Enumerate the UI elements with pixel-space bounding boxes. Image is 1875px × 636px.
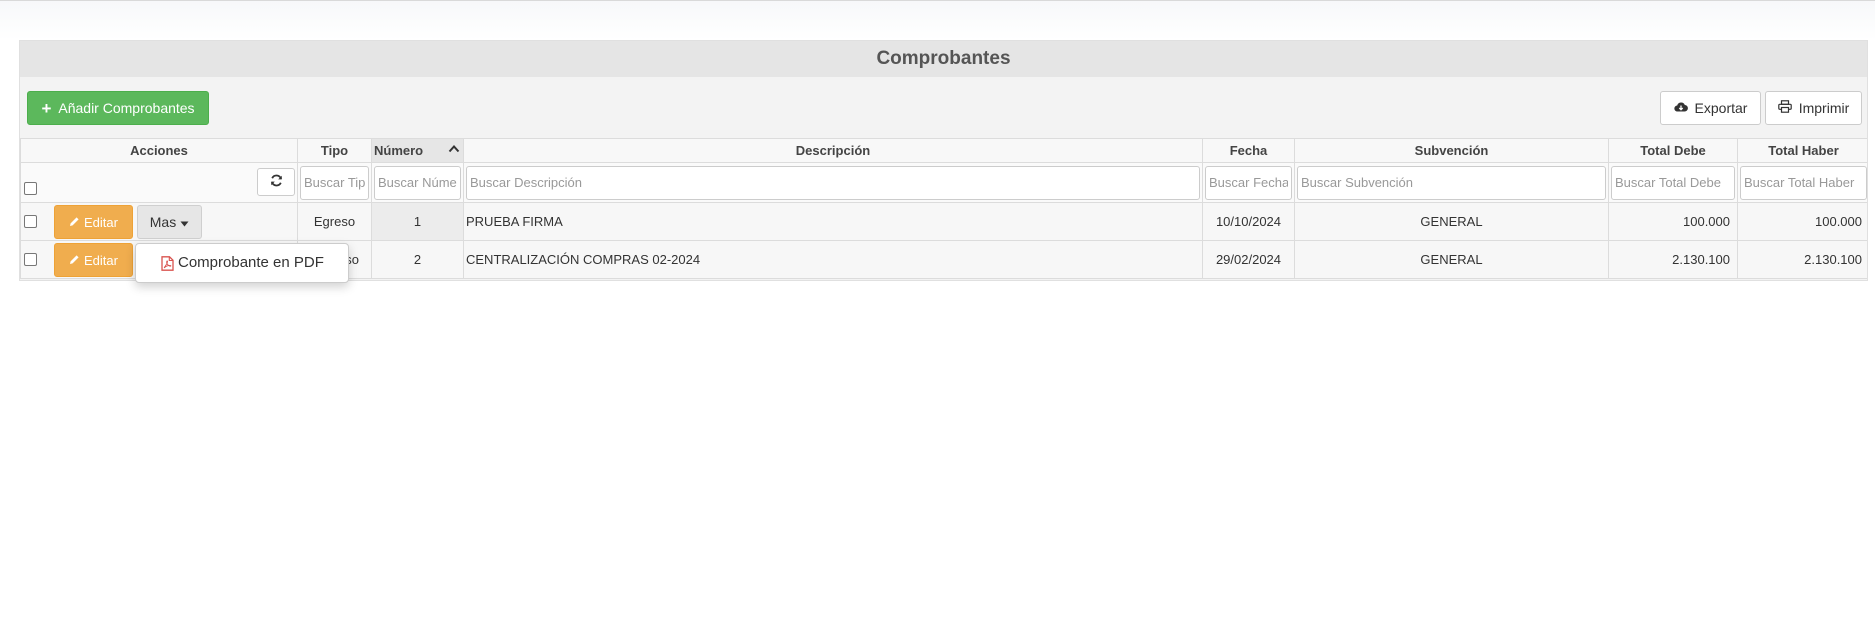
column-header-numero[interactable]: Número <box>371 138 464 163</box>
refresh-icon <box>270 174 283 190</box>
pencil-icon <box>69 253 80 268</box>
cell-total-debe: 2.130.100 <box>1608 240 1738 279</box>
browser-top-strip <box>0 0 1875 40</box>
export-label: Exportar <box>1694 100 1748 116</box>
export-button[interactable]: Exportar <box>1660 91 1761 125</box>
column-header-total-haber[interactable]: Total Haber <box>1737 138 1867 163</box>
more-label: Mas <box>149 214 177 230</box>
cell-subvencion: GENERAL <box>1294 240 1609 279</box>
row-checkbox[interactable] <box>24 215 37 228</box>
filter-total-haber-input[interactable] <box>1740 165 1867 200</box>
row-checkbox[interactable] <box>24 253 37 266</box>
column-header-fecha[interactable]: Fecha <box>1202 138 1295 163</box>
filter-row <box>20 162 1867 203</box>
cloud-download-icon <box>1673 100 1688 116</box>
filter-total-debe-input[interactable] <box>1611 165 1735 200</box>
file-pdf-icon <box>161 254 174 275</box>
filter-tipo-input[interactable] <box>300 165 369 200</box>
column-header-subvencion[interactable]: Subvención <box>1294 138 1609 163</box>
cell-fecha: 29/02/2024 <box>1202 240 1295 279</box>
print-label: Imprimir <box>1798 100 1850 116</box>
filter-actions-cell <box>20 162 298 203</box>
column-header-total-debe[interactable]: Total Debe <box>1608 138 1738 163</box>
cell-total-debe: 100.000 <box>1608 202 1738 241</box>
filter-numero-input[interactable] <box>374 165 461 200</box>
printer-icon <box>1777 100 1792 116</box>
row-actions-cell: Editar Mas <box>20 202 298 241</box>
cell-tipo: Egreso <box>297 202 372 241</box>
column-header-descripcion[interactable]: Descripción <box>463 138 1203 163</box>
edit-label: Editar <box>84 252 118 268</box>
edit-label: Editar <box>84 214 118 230</box>
cell-subvencion: GENERAL <box>1294 202 1609 241</box>
more-dropdown-menu: Comprobante en PDF <box>135 243 349 283</box>
more-dropdown-button[interactable]: Mas <box>137 205 202 239</box>
column-header-tipo[interactable]: Tipo <box>297 138 372 163</box>
edit-button[interactable]: Editar <box>54 243 133 277</box>
pencil-icon <box>69 215 80 230</box>
menu-item-comprobante-pdf[interactable]: Comprobante en PDF <box>178 254 324 271</box>
cell-total-haber: 100.000 <box>1737 202 1867 241</box>
page-title: Comprobantes <box>20 41 1867 77</box>
edit-button[interactable]: Editar <box>54 205 133 239</box>
cell-descripcion: CENTRALIZACIÓN COMPRAS 02-2024 <box>463 240 1203 279</box>
select-all-checkbox[interactable] <box>24 182 37 195</box>
plus-icon: + <box>41 98 52 118</box>
print-button[interactable]: Imprimir <box>1765 91 1862 125</box>
caret-down-icon <box>180 214 189 230</box>
sort-ascending-icon <box>448 141 460 156</box>
filter-descripcion-input[interactable] <box>466 165 1200 200</box>
cell-numero: 1 <box>371 202 464 241</box>
table-row[interactable]: Editar Mas Egreso 1 PRUEBA FIRMA 10/10/2… <box>20 202 1867 241</box>
filter-subvencion-input[interactable] <box>1297 165 1606 200</box>
cell-descripcion: PRUEBA FIRMA <box>463 202 1203 241</box>
refresh-button[interactable] <box>257 168 295 196</box>
add-comprobantes-button[interactable]: + Añadir Comprobantes <box>27 91 209 125</box>
cell-total-haber: 2.130.100 <box>1737 240 1867 279</box>
cell-numero: 2 <box>371 240 464 279</box>
add-comprobantes-label: Añadir Comprobantes <box>58 100 195 116</box>
column-header-acciones: Acciones <box>20 138 298 163</box>
filter-fecha-input[interactable] <box>1205 165 1292 200</box>
column-header-numero-label: Número <box>374 143 424 158</box>
cell-fecha: 10/10/2024 <box>1202 202 1295 241</box>
table-header-row: Acciones Tipo Número Descripción Fecha S… <box>20 138 1867 163</box>
